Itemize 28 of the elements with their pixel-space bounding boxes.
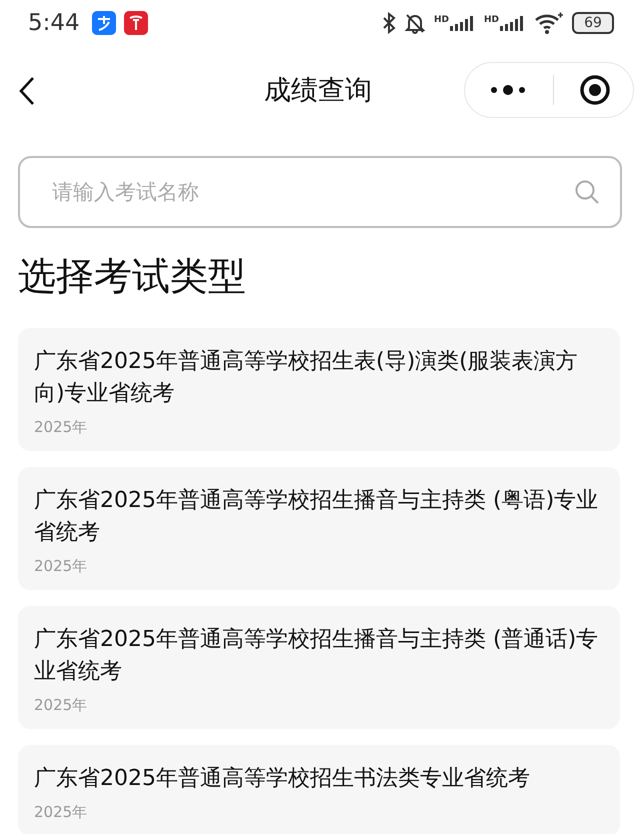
status-time: 5:44: [28, 10, 80, 36]
exam-card[interactable]: 广东省2025年普通高等学校招生播音与主持类 (粤语)专业省统考 2025年: [18, 467, 620, 590]
exam-card[interactable]: 广东省2025年普通高等学校招生书法类专业省统考 2025年: [18, 745, 620, 834]
wifi-icon: [534, 12, 564, 34]
exam-year: 2025年: [34, 418, 88, 437]
page-title: 成绩查询: [264, 74, 372, 108]
exam-title: 广东省2025年普通高等学校招生表(导)演类(服装表演方向)专业省统考: [34, 348, 579, 408]
exam-title: 广东省2025年普通高等学校招生播音与主持类 (普通话)专业省统考: [34, 626, 600, 686]
signal-icon: [500, 15, 526, 31]
hd-label: HD: [434, 15, 449, 25]
hd-label: HD: [484, 15, 499, 25]
exam-card[interactable]: 广东省2025年普通高等学校招生播音与主持类 (普通话)专业省统考 2025年: [18, 606, 620, 729]
bluetooth-icon: [382, 12, 396, 34]
search-field[interactable]: 请输入考试名称: [18, 156, 622, 228]
battery-indicator: 69: [572, 12, 614, 34]
signal-icon: [450, 15, 476, 31]
exam-year: 2025年: [34, 696, 88, 715]
exam-title: 广东省2025年普通高等学校招生播音与主持类 (粤语)专业省统考: [34, 487, 600, 547]
mute-bell-icon: [404, 12, 426, 34]
app-notification-icon: [124, 11, 148, 35]
exam-year: 2025年: [34, 803, 88, 822]
section-heading: 选择考试类型: [18, 253, 247, 300]
close-icon[interactable]: [578, 74, 610, 106]
exam-card[interactable]: 广东省2025年普通高等学校招生表(导)演类(服装表演方向)专业省统考 2025年: [18, 328, 620, 451]
app-notification-icon: [92, 11, 116, 35]
exam-year: 2025年: [34, 557, 88, 576]
back-icon[interactable]: [18, 76, 36, 106]
exam-title: 广东省2025年普通高等学校招生书法类专业省统考: [34, 765, 531, 793]
